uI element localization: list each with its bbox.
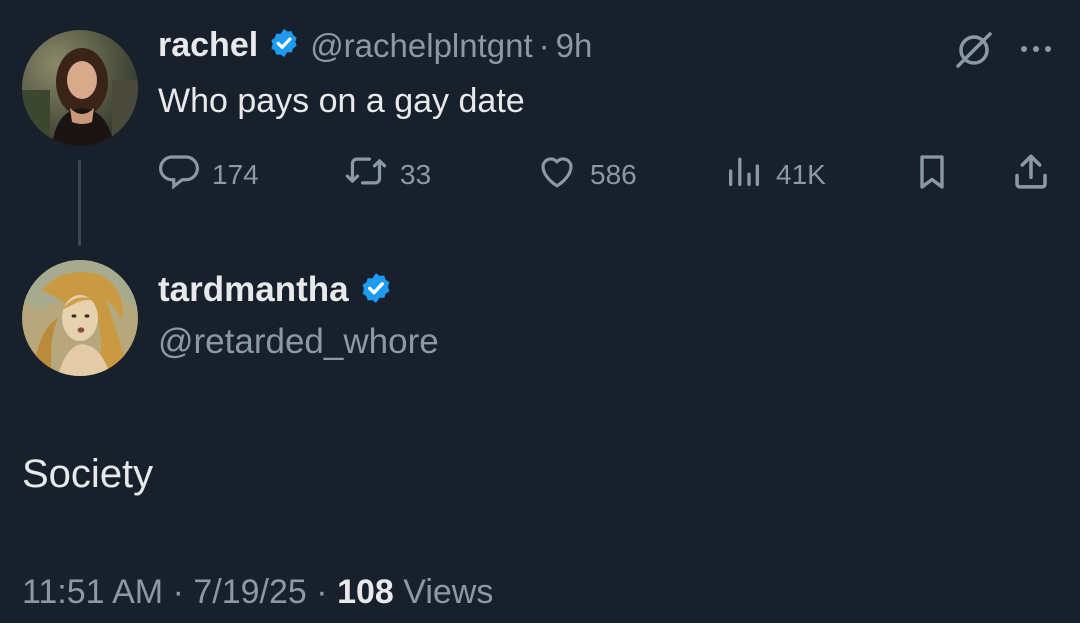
bookmark-icon bbox=[912, 150, 952, 201]
tweet-meta: 11:51 AM · 7/19/25 · 108 Views bbox=[22, 573, 493, 612]
repost-count: 33 bbox=[400, 158, 432, 190]
tweet-date[interactable]: 7/19/25 bbox=[193, 573, 306, 611]
meta-separator: · bbox=[172, 573, 184, 611]
like-button[interactable]: 586 bbox=[536, 150, 637, 199]
share-icon bbox=[1010, 150, 1052, 201]
author-handle[interactable]: @rachelplntgnt bbox=[310, 27, 532, 65]
tweet-time-ago[interactable]: 9h bbox=[556, 27, 593, 65]
more-icon[interactable] bbox=[1016, 34, 1056, 64]
repost-icon bbox=[344, 150, 388, 199]
views-count: 108 bbox=[337, 573, 394, 611]
quoted-tweet-header: rachel @rachelplntgnt · 9h bbox=[158, 26, 592, 65]
reply-author-name[interactable]: tardmantha bbox=[158, 270, 349, 310]
reply-count: 174 bbox=[212, 158, 259, 190]
verified-badge-icon bbox=[359, 271, 393, 310]
author-name[interactable]: rachel bbox=[158, 26, 258, 65]
reply-icon bbox=[158, 150, 200, 199]
views-button[interactable]: 41K bbox=[724, 150, 826, 199]
views-bar-chart-icon bbox=[724, 150, 764, 199]
reply-tweet-text: Society bbox=[22, 452, 154, 496]
bookmark-button[interactable] bbox=[912, 150, 952, 201]
meta-separator: · bbox=[316, 573, 328, 611]
heart-icon bbox=[536, 150, 578, 199]
tweet-time[interactable]: 11:51 AM bbox=[22, 573, 163, 611]
avatar-rachel[interactable] bbox=[22, 30, 138, 146]
verified-badge-icon bbox=[268, 27, 300, 64]
share-button[interactable] bbox=[1010, 150, 1052, 201]
reply-button[interactable]: 174 bbox=[158, 150, 259, 199]
like-count: 586 bbox=[590, 158, 637, 190]
reply-author-handle[interactable]: @retarded_whore bbox=[158, 322, 439, 362]
views-label: Views bbox=[403, 573, 494, 611]
grok-icon[interactable] bbox=[952, 28, 996, 72]
quoted-tweet-text: Who pays on a gay date bbox=[158, 82, 525, 120]
action-bar: 174 33 586 41K bbox=[158, 150, 1058, 200]
header-separator: · bbox=[538, 26, 550, 64]
tweet-screenshot: rachel @rachelplntgnt · 9h Who pays on a… bbox=[0, 0, 1080, 623]
reply-author-header: tardmantha bbox=[158, 270, 403, 310]
view-count: 41K bbox=[776, 158, 826, 190]
thread-connector-line bbox=[78, 160, 81, 246]
repost-button[interactable]: 33 bbox=[344, 150, 431, 199]
avatar-tardmantha[interactable] bbox=[22, 260, 138, 376]
